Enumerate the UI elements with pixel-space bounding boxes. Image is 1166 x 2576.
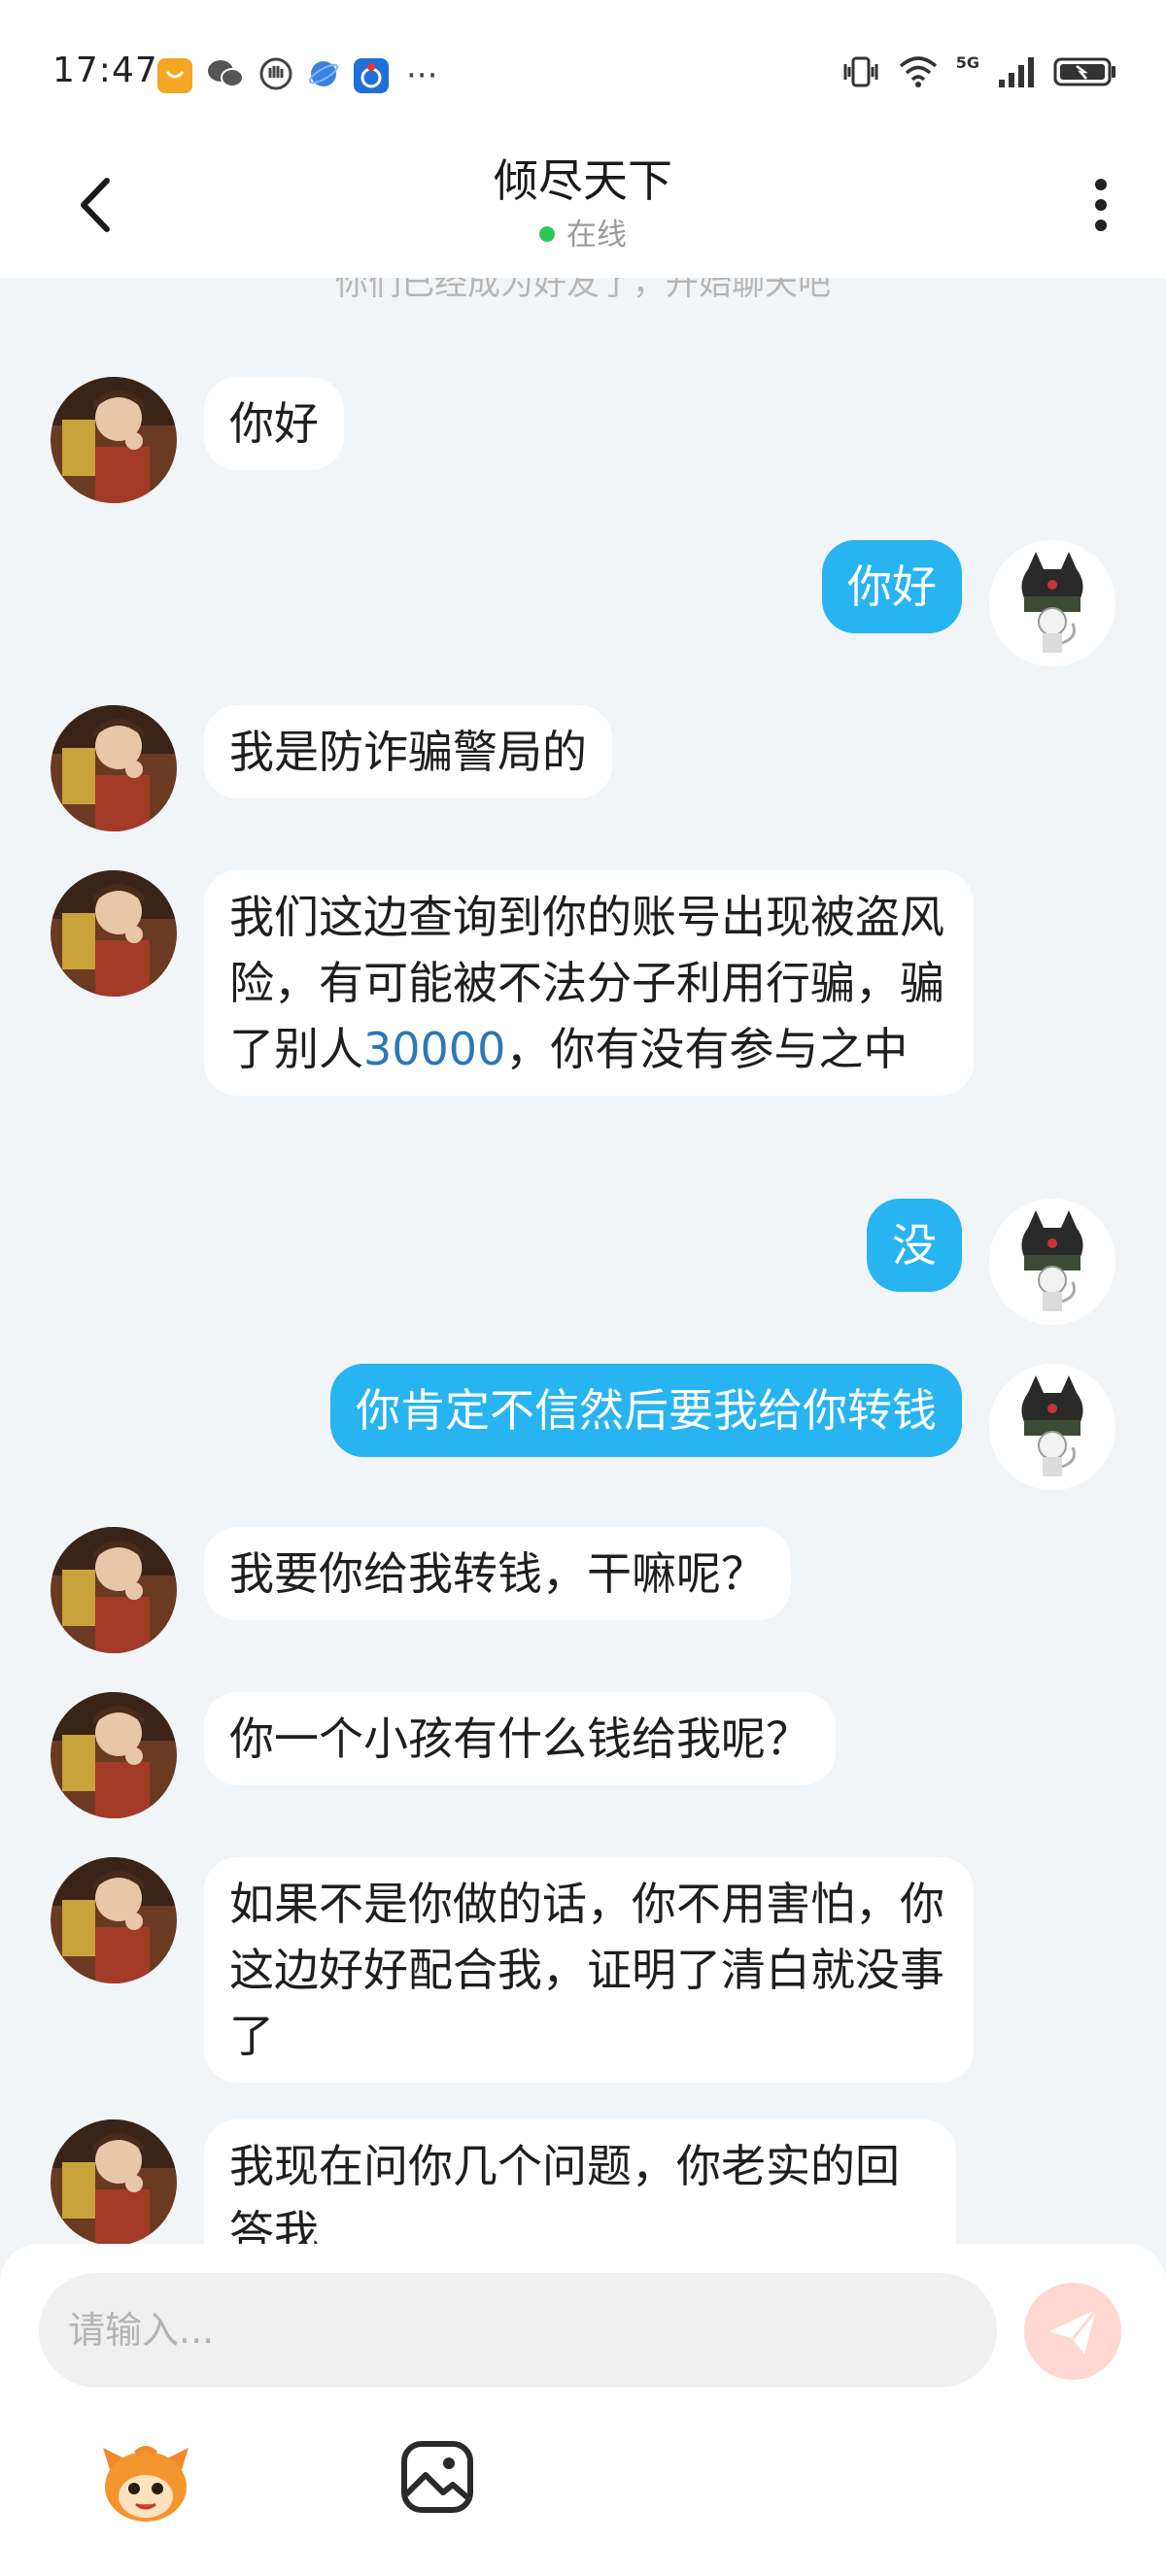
contact-avatar[interactable]	[51, 1527, 177, 1653]
status-time: 17:47	[52, 51, 158, 90]
contact-avatar[interactable]	[51, 1857, 177, 1983]
contact-avatar-image	[51, 2119, 177, 2244]
system-note: 你们已经成为好友了，开始聊天吧	[335, 278, 831, 303]
browser-icon	[307, 57, 340, 94]
message-bubble[interactable]: 你一个小孩有什么钱给我呢？	[204, 1692, 836, 1785]
send-button[interactable]	[1024, 2283, 1121, 2380]
wechat-icon	[206, 56, 245, 95]
message-input[interactable]	[39, 2273, 997, 2388]
app-icon	[354, 58, 389, 93]
highlighted-amount[interactable]: 30000	[363, 1023, 505, 1075]
signal-icon	[997, 54, 1036, 93]
user-avatar[interactable]	[989, 1199, 1115, 1325]
mascot-icon	[103, 2446, 189, 2522]
message-bubble[interactable]: 如果不是你做的话，你不用害怕，你这边好好配合我，证明了清白就没事了	[204, 1857, 974, 2083]
contact-avatar[interactable]	[51, 377, 177, 503]
chat-header: 倾尽天下 在线	[0, 136, 1166, 278]
message-bubble[interactable]: 你肯定不信然后要我给你转钱	[330, 1364, 962, 1457]
user-avatar-image	[989, 1364, 1115, 1490]
online-dot-icon	[539, 226, 555, 242]
image-picker-button[interactable]	[398, 2438, 476, 2516]
online-status: 在线	[0, 210, 1166, 254]
status-more-indicator: ···	[406, 56, 438, 95]
network-label: 5G	[955, 52, 979, 72]
status-app-icons: ···	[157, 56, 437, 95]
dot-icon	[1095, 199, 1107, 211]
message-bubble[interactable]: 没	[867, 1199, 962, 1292]
user-avatar[interactable]	[989, 540, 1115, 666]
message-composer	[0, 2244, 1166, 2576]
hand-icon	[258, 56, 293, 95]
contact-avatar-image	[51, 377, 177, 503]
contact-avatar[interactable]	[51, 1692, 177, 1818]
message-text: ，你有没有参与之中	[505, 1023, 909, 1075]
message-bubble[interactable]: 我现在问你几个问题，你老实的回答我	[204, 2119, 956, 2244]
status-system-icons: 5G	[841, 52, 1117, 93]
contact-avatar[interactable]	[51, 870, 177, 997]
contact-avatar-image	[51, 1692, 177, 1818]
shopping-icon	[157, 58, 192, 93]
chat-message-list[interactable]: 你们已经成为好友了，开始聊天吧 你好 你好 我是防诈骗警局的 我们这边查询到你的…	[0, 278, 1166, 2244]
contact-avatar[interactable]	[51, 705, 177, 831]
image-icon	[401, 2441, 473, 2513]
more-options-button[interactable]	[1086, 173, 1115, 241]
dot-icon	[1095, 179, 1107, 190]
message-bubble[interactable]: 你好	[822, 540, 962, 633]
status-bar: 17:47 ··· 5G	[0, 0, 1166, 136]
dot-icon	[1095, 220, 1107, 231]
vibrate-icon	[841, 54, 880, 93]
contact-avatar[interactable]	[51, 2119, 177, 2244]
user-avatar[interactable]	[989, 1364, 1115, 1490]
wifi-icon	[898, 54, 939, 93]
contact-avatar-image	[51, 1857, 177, 1983]
message-bubble[interactable]: 我要你给我转钱，干嘛呢？	[204, 1527, 791, 1620]
contact-avatar-image	[51, 705, 177, 831]
contact-name: 倾尽天下	[494, 154, 672, 207]
battery-icon	[1053, 54, 1117, 93]
user-avatar-image	[989, 540, 1115, 666]
user-avatar-image	[989, 1199, 1115, 1325]
contact-avatar-image	[51, 870, 177, 997]
message-bubble[interactable]: 我是防诈骗警局的	[204, 705, 612, 798]
message-bubble[interactable]: 你好	[204, 377, 344, 470]
message-bubble[interactable]: 我们这边查询到你的账号出现被盗风险，有可能被不法分子利用行骗，骗了别人30000…	[204, 870, 974, 1096]
mascot-sticker-button[interactable]	[97, 2434, 194, 2531]
contact-avatar-image	[51, 1527, 177, 1653]
send-icon	[1049, 2309, 1098, 2355]
online-status-text: 在线	[566, 218, 627, 253]
